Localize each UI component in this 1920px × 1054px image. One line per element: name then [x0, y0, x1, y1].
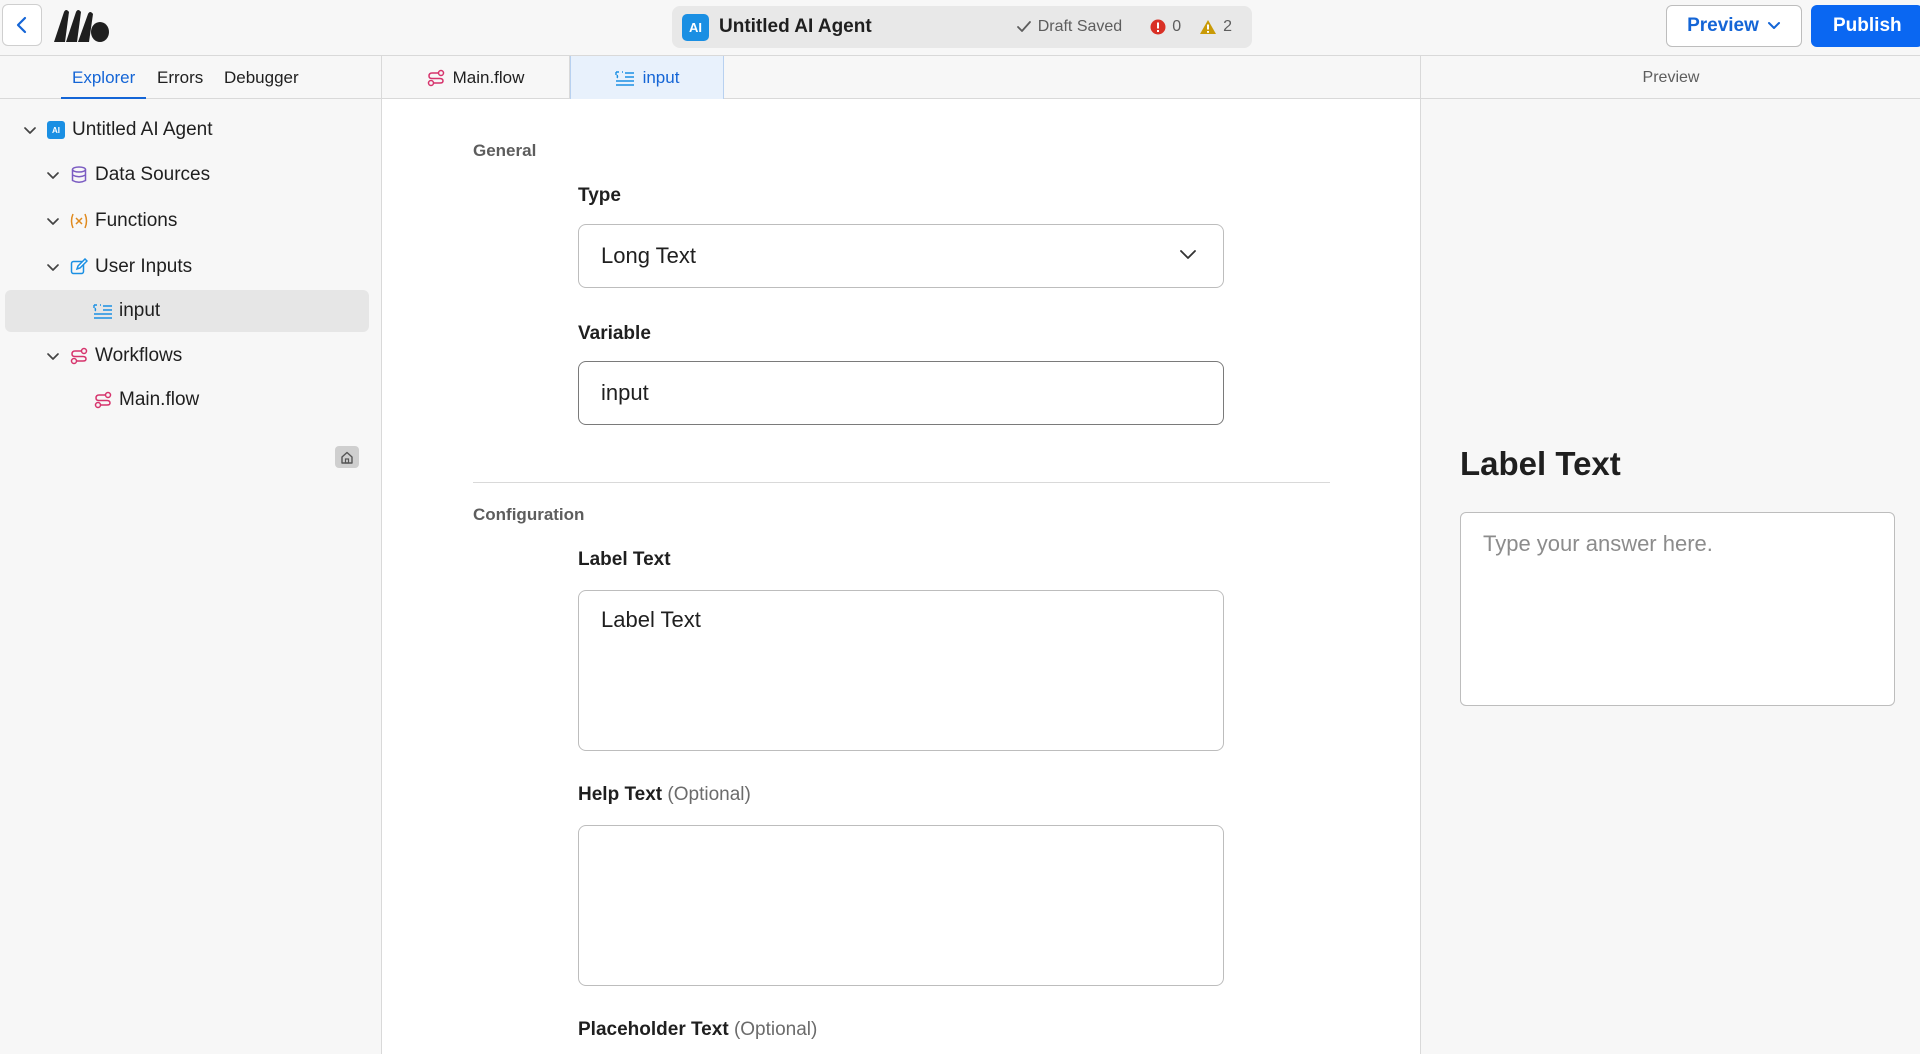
tree-item-label: Untitled AI Agent	[72, 119, 213, 140]
error-icon[interactable]	[1150, 19, 1166, 35]
tab-input[interactable]: input	[570, 56, 724, 99]
preview-button[interactable]: Preview	[1666, 5, 1802, 47]
chevron-down-icon[interactable]	[45, 348, 61, 364]
publish-button[interactable]: Publish	[1811, 5, 1920, 47]
warning-icon[interactable]	[1199, 19, 1217, 35]
error-count[interactable]: 0	[1172, 18, 1181, 36]
tree-item-workflows[interactable]: Workflows	[45, 336, 182, 376]
app-logo[interactable]	[52, 8, 112, 44]
tree-item-label: Functions	[95, 210, 178, 231]
type-label: Type	[578, 185, 621, 206]
tab-main-flow[interactable]: Main.flow	[382, 56, 570, 99]
sidebar-tabs: Explorer Errors Debugger	[0, 56, 381, 99]
status-group: Draft Saved 0 2	[1016, 6, 1232, 48]
input-config-form: General Type Long Text Variable input Co…	[382, 99, 1420, 1054]
tab-debugger[interactable]: Debugger	[224, 56, 299, 99]
ai-agent-icon: AI	[46, 120, 66, 140]
tree-item-label: Data Sources	[95, 164, 211, 185]
editor-tabs: Main.flow input	[382, 56, 1420, 99]
home-icon	[335, 446, 359, 468]
chevron-left-icon	[16, 16, 27, 34]
variable-input[interactable]: input	[578, 361, 1224, 425]
tree-item-user-inputs[interactable]: User Inputs	[45, 247, 192, 287]
tree-item-input[interactable]: input	[5, 290, 369, 332]
section-general-title: General	[473, 141, 537, 160]
preview-label: Label Text	[1460, 445, 1621, 482]
back-button[interactable]	[2, 4, 42, 46]
tab-errors[interactable]: Errors	[157, 56, 203, 99]
tab-explorer[interactable]: Explorer	[61, 56, 147, 99]
help-text-input[interactable]	[578, 825, 1224, 986]
preview-panel: Preview Label Text	[1420, 56, 1920, 1054]
placeholder-text-label: Placeholder Text (Optional)	[578, 1019, 817, 1041]
chevron-down-icon[interactable]	[45, 167, 61, 183]
top-bar: AI Untitled AI Agent Draft Saved 0 2 Pre…	[0, 0, 1920, 56]
agent-title[interactable]: Untitled AI Agent	[719, 16, 872, 38]
help-text-label: Help Text (Optional)	[578, 784, 751, 806]
chevron-down-icon	[1180, 250, 1196, 259]
preview-header: Preview	[1421, 56, 1920, 99]
section-configuration-title: Configuration	[473, 505, 585, 524]
check-icon	[1016, 21, 1031, 32]
tree-item-label: User Inputs	[95, 256, 193, 277]
agent-title-bar: AI Untitled AI Agent Draft Saved 0 2	[672, 6, 1252, 48]
database-icon	[69, 165, 89, 185]
placeholder-text-label-main: Placeholder Text	[578, 1019, 729, 1040]
long-text-icon	[93, 301, 113, 321]
function-icon	[69, 211, 89, 231]
workflow-icon	[427, 69, 444, 86]
explorer-sidebar: Explorer Errors Debugger AI Untitled AI …	[0, 56, 382, 1054]
tab-label: Main.flow	[452, 67, 525, 87]
chevron-down-icon	[1767, 22, 1780, 29]
optional-tag: (Optional)	[733, 1019, 818, 1040]
tab-label: input	[642, 67, 680, 87]
chevron-down-icon[interactable]	[22, 122, 38, 138]
chevron-down-icon[interactable]	[45, 213, 61, 229]
workflow-icon	[69, 346, 89, 366]
tree-item-functions[interactable]: Functions	[45, 201, 177, 241]
warning-count[interactable]: 2	[1223, 18, 1232, 36]
tree-item-root[interactable]: AI Untitled AI Agent	[22, 110, 213, 150]
label-text-input[interactable]: Label Text	[578, 590, 1224, 751]
preview-button-label: Preview	[1687, 15, 1759, 36]
type-select[interactable]: Long Text	[578, 224, 1224, 288]
label-text-label: Label Text	[578, 549, 671, 570]
tree-item-label: Main.flow	[119, 389, 200, 410]
type-select-value: Long Text	[601, 243, 697, 268]
tree-item-data-sources[interactable]: Data Sources	[45, 155, 210, 195]
ai-agent-icon: AI	[682, 13, 709, 41]
workflow-icon	[93, 390, 113, 410]
preview-answer-input[interactable]	[1460, 512, 1895, 706]
help-text-label-main: Help Text	[578, 784, 663, 805]
long-text-icon	[614, 70, 634, 86]
variable-input-value: input	[601, 380, 649, 405]
edit-icon	[69, 257, 89, 277]
tree-item-label: input	[119, 300, 161, 321]
label-text-value: Label Text	[601, 607, 701, 632]
tree-item-main-flow[interactable]: Main.flow	[93, 380, 199, 420]
tree-item-label: Workflows	[95, 345, 183, 366]
chevron-down-icon[interactable]	[45, 259, 61, 275]
draft-status: Draft Saved	[1037, 18, 1123, 35]
variable-label: Variable	[578, 323, 651, 344]
section-divider	[473, 482, 1330, 483]
optional-tag: (Optional)	[667, 784, 751, 805]
